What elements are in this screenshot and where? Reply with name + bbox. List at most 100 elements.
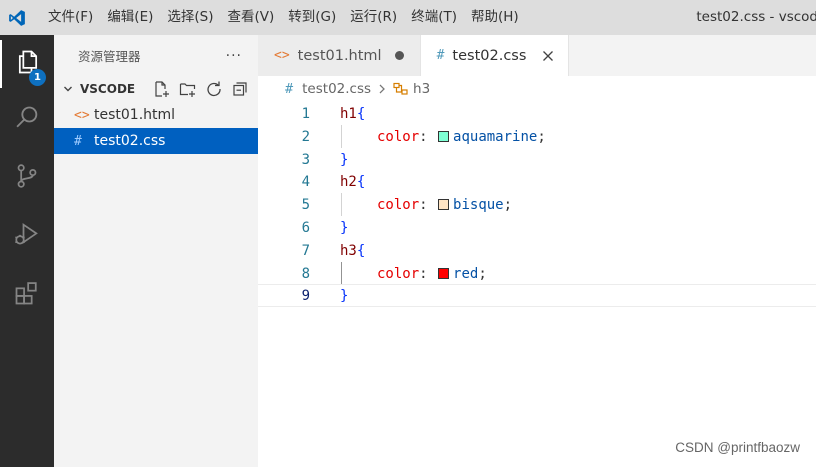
menu-selection[interactable]: 选择(S) (160, 0, 220, 35)
line-number: 4 (301, 173, 310, 190)
code-line[interactable]: 2 color: aquamarine; (258, 125, 816, 148)
line-number: 2 (301, 128, 310, 145)
line-number: 9 (301, 287, 310, 304)
colon: : (419, 196, 428, 213)
line-number: 7 (301, 242, 310, 259)
css-value: aquamarine (453, 128, 538, 145)
css-selector: h3 (340, 242, 357, 259)
menu-edit[interactable]: 编辑(E) (100, 0, 160, 35)
folder-actions (151, 79, 258, 99)
menu-view[interactable]: 查看(V) (221, 0, 282, 35)
code-line-current[interactable]: 9 } (258, 284, 816, 307)
folder-header[interactable]: VSCODE (54, 76, 258, 102)
collapse-all-icon (232, 82, 247, 96)
search-icon (13, 104, 41, 136)
breadcrumb-file[interactable]: test02.css (302, 81, 371, 97)
color-swatch[interactable] (438, 268, 450, 279)
tab-label: test01.html (297, 47, 382, 64)
breadcrumb-symbol[interactable]: h3 (413, 81, 430, 97)
explorer-sidebar: 资源管理器 ··· VSCODE <> test01.html # test02… (54, 35, 258, 467)
line-content: h1{ (340, 106, 365, 122)
chevron-down-icon (62, 83, 78, 95)
new-folder-button[interactable] (177, 79, 198, 99)
line-content: } (340, 220, 348, 236)
extensions-button[interactable] (0, 271, 54, 319)
explorer-button[interactable]: 1 (0, 40, 54, 88)
open-brace: { (356, 173, 366, 190)
html-file-icon: <> (274, 48, 290, 63)
close-brace: } (340, 219, 349, 236)
refresh-button[interactable] (203, 79, 224, 99)
new-folder-icon (179, 83, 195, 97)
css-selector: h1 (340, 105, 357, 122)
code-line[interactable]: 3 } (258, 148, 816, 171)
new-file-icon (154, 81, 169, 97)
explorer-header: 资源管理器 ··· (54, 35, 258, 76)
close-icon[interactable] (540, 48, 556, 64)
run-debug-button[interactable] (0, 212, 54, 260)
menu-file[interactable]: 文件(F) (34, 0, 100, 35)
line-content: color: red; (377, 266, 487, 282)
source-control-button[interactable] (0, 154, 54, 202)
activity-bar: 1 (0, 35, 54, 467)
colon: : (419, 265, 428, 282)
menu-run[interactable]: 运行(R) (343, 0, 404, 35)
line-content: } (340, 152, 348, 168)
new-file-button[interactable] (151, 79, 172, 99)
semicolon: ; (478, 265, 487, 282)
refresh-icon (206, 81, 221, 97)
html-file-icon: <> (74, 107, 90, 123)
collapse-all-button[interactable] (229, 79, 250, 99)
code-line[interactable]: 1 h1{ (258, 102, 816, 125)
color-swatch[interactable] (438, 131, 450, 142)
file-item-test01-html[interactable]: <> test01.html (54, 102, 258, 128)
file-name: test01.html (94, 107, 176, 123)
css-file-icon: # (285, 81, 294, 97)
css-property: color (377, 265, 420, 282)
line-number: 3 (301, 151, 310, 168)
line-number: 1 (301, 105, 310, 122)
line-number: 8 (301, 265, 310, 282)
title-bar: 文件(F) 编辑(E) 选择(S) 查看(V) 转到(G) 运行(R) 终端(T… (0, 0, 816, 35)
window-title: test02.css - vscod (696, 9, 816, 25)
code-editor[interactable]: 1 h1{ 2 color: aquamarine; 3 } 4 h2{ 5 c… (258, 102, 816, 467)
source-control-icon (13, 162, 41, 194)
css-selector: h2 (340, 173, 357, 190)
open-brace: { (356, 105, 366, 122)
code-line[interactable]: 7 h3{ (258, 239, 816, 262)
color-swatch[interactable] (438, 199, 450, 210)
css-value: bisque (453, 196, 504, 213)
vscode-logo-icon (0, 0, 34, 35)
menu-help[interactable]: 帮助(H) (464, 0, 526, 35)
menu-bar: 文件(F) 编辑(E) 选择(S) 查看(V) 转到(G) 运行(R) 终端(T… (34, 0, 526, 35)
file-name: test02.css (94, 133, 166, 149)
css-file-icon: # (436, 48, 445, 63)
tab-test01-html[interactable]: <> test01.html (258, 35, 421, 76)
unsaved-dot-icon[interactable] (394, 51, 404, 60)
code-line[interactable]: 5 color: bisque; (258, 193, 816, 216)
search-button[interactable] (0, 96, 54, 144)
explorer-title: 资源管理器 (78, 49, 141, 64)
editor-tabs: <> test01.html # test02.css (258, 35, 816, 76)
folder-name: VSCODE (80, 82, 136, 96)
code-line[interactable]: 4 h2{ (258, 170, 816, 193)
css-file-icon: # (74, 133, 82, 149)
code-line[interactable]: 6 } (258, 216, 816, 239)
semicolon: ; (503, 196, 513, 213)
open-brace: { (356, 242, 366, 259)
line-number: 5 (301, 196, 310, 213)
file-item-test02-css[interactable]: # test02.css (54, 128, 258, 154)
tab-test02-css[interactable]: # test02.css (420, 35, 570, 76)
watermark: CSDN @printfbaozw (675, 440, 800, 455)
line-content: color: bisque; (377, 197, 512, 213)
extensions-icon (13, 279, 41, 311)
code-line[interactable]: 8 color: red; (258, 262, 816, 285)
close-brace: } (340, 151, 349, 168)
line-content: } (340, 288, 348, 304)
breadcrumb: # test02.css h3 (258, 76, 816, 102)
chevron-right-icon (377, 83, 387, 95)
more-actions-button[interactable]: ··· (226, 48, 242, 64)
menu-go[interactable]: 转到(G) (281, 0, 343, 35)
line-content: h2{ (340, 174, 365, 190)
menu-terminal[interactable]: 终端(T) (404, 0, 464, 35)
